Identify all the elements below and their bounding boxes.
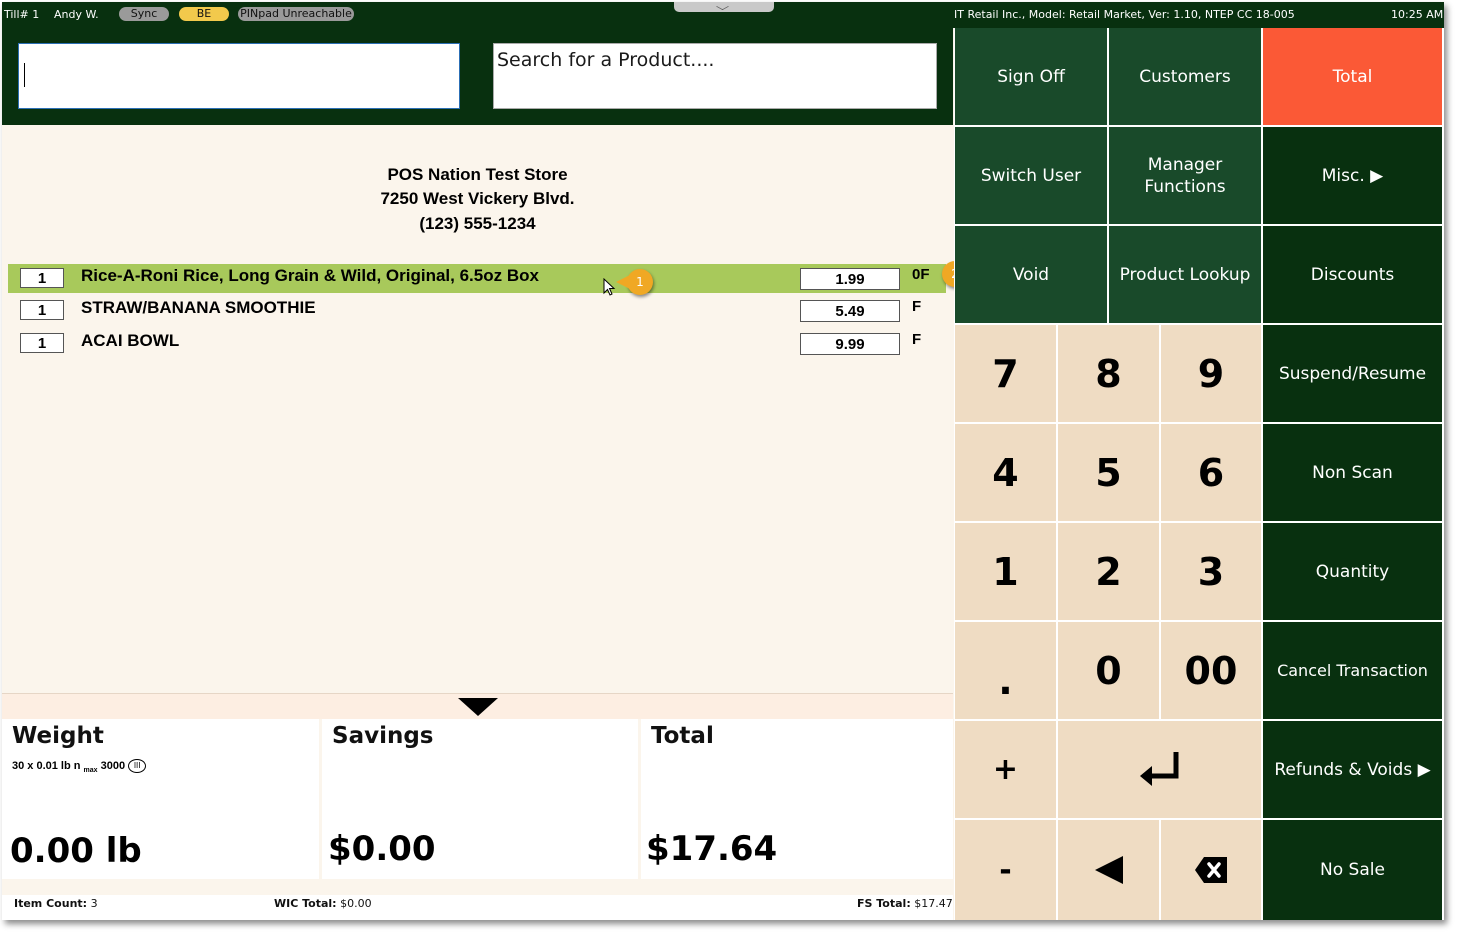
search-input[interactable]: Search for a Product.... bbox=[493, 43, 937, 109]
no-sale-button[interactable]: No Sale bbox=[1263, 820, 1442, 920]
model-info: IT Retail Inc., Model: Retail Market, Ve… bbox=[954, 8, 1295, 21]
pos-window: Till# 1 Andy W. Sync BE PINpad Unreachab… bbox=[2, 2, 1444, 920]
wic-total-label: WIC Total: bbox=[274, 897, 337, 910]
item-count: 3 bbox=[90, 897, 98, 910]
scroll-strip bbox=[2, 693, 953, 720]
key-5[interactable]: 5 bbox=[1058, 424, 1159, 521]
line-price[interactable]: 5.49 bbox=[800, 300, 900, 322]
line-item[interactable]: 1 STRAW/BANANA SMOOTHIE 5.49 F bbox=[8, 296, 946, 325]
total-label: Total bbox=[651, 723, 714, 749]
key-8[interactable]: 8 bbox=[1058, 325, 1159, 422]
totals-panel: Weight 30 x 0.01 lb n max 3000 III 0.00 … bbox=[2, 719, 953, 895]
item-count-label: Item Count: bbox=[14, 897, 88, 910]
line-price[interactable]: 1.99 bbox=[800, 268, 900, 290]
discounts-button[interactable]: Discounts bbox=[1263, 226, 1442, 323]
line-qty[interactable]: 1 bbox=[20, 300, 64, 320]
line-item[interactable]: 1 ACAI BOWL 9.99 F bbox=[8, 329, 946, 358]
product-lookup-button[interactable]: Product Lookup bbox=[1109, 226, 1261, 323]
backspace-icon bbox=[1195, 857, 1227, 883]
manager-functions-label-2: Functions bbox=[1144, 176, 1226, 197]
enter-arrow-icon bbox=[1139, 751, 1178, 786]
weight-value: 0.00 lb bbox=[10, 831, 142, 871]
key-minus[interactable]: - bbox=[955, 820, 1056, 920]
line-description: STRAW/BANANA SMOOTHIE bbox=[81, 298, 316, 317]
line-qty[interactable]: 1 bbox=[20, 268, 64, 288]
savings-value: $0.00 bbox=[328, 829, 436, 869]
key-plus[interactable]: + bbox=[955, 721, 1056, 818]
sign-off-button[interactable]: Sign Off bbox=[955, 28, 1107, 125]
pinpad-status-badge[interactable]: PINpad Unreachable bbox=[238, 7, 354, 21]
line-item-selected[interactable]: 1 Rice-A-Roni Rice, Long Grain & Wild, O… bbox=[8, 264, 946, 293]
scan-input[interactable] bbox=[18, 43, 460, 109]
fs-total: $17.47 bbox=[914, 897, 953, 910]
non-scan-button[interactable]: Non Scan bbox=[1263, 424, 1442, 521]
refunds-voids-button[interactable]: Refunds & Voids ▶ bbox=[1263, 721, 1442, 818]
key-6[interactable]: 6 bbox=[1161, 424, 1261, 521]
accuracy-class-badge: III bbox=[128, 759, 147, 773]
callout-1: 1 bbox=[616, 269, 653, 295]
till-number: Till# 1 bbox=[4, 8, 40, 21]
suspend-resume-button[interactable]: Suspend/Resume bbox=[1263, 325, 1442, 422]
weight-label: Weight bbox=[12, 723, 104, 749]
footer-bar: Item Count: 3 WIC Total: $0.00 FS Total:… bbox=[2, 895, 953, 920]
status-bar: Till# 1 Andy W. Sync BE PINpad Unreachab… bbox=[2, 2, 1444, 28]
back-button[interactable] bbox=[1058, 820, 1159, 920]
sync-badge[interactable]: Sync bbox=[119, 7, 169, 21]
chevron-down-icon[interactable] bbox=[674, 2, 774, 12]
switch-user-button[interactable]: Switch User bbox=[955, 127, 1107, 224]
line-flag: F bbox=[912, 298, 922, 315]
manager-functions-label-1: Manager bbox=[1147, 154, 1223, 175]
mouse-cursor-icon bbox=[603, 278, 616, 296]
cancel-transaction-button[interactable]: Cancel Transaction bbox=[1263, 622, 1442, 719]
function-pad: Sign Off Customers Total Switch User Man… bbox=[954, 28, 1444, 920]
be-badge[interactable]: BE bbox=[179, 7, 229, 21]
key-2[interactable]: 2 bbox=[1058, 523, 1159, 620]
wic-total: $0.00 bbox=[340, 897, 372, 910]
total-button[interactable]: Total bbox=[1263, 28, 1442, 125]
line-description: Rice-A-Roni Rice, Long Grain & Wild, Ori… bbox=[81, 266, 539, 285]
line-flag: 0F bbox=[912, 266, 930, 283]
weight-spec: 30 x 0.01 lb n max 3000 III bbox=[12, 759, 147, 774]
key-decimal[interactable]: . bbox=[955, 622, 1056, 719]
header: Search for a Product.... bbox=[2, 28, 953, 125]
misc-button[interactable]: Misc. ▶ bbox=[1263, 127, 1442, 224]
store-address: 7250 West Vickery Blvd. bbox=[380, 189, 575, 208]
line-description: ACAI BOWL bbox=[81, 331, 180, 350]
line-flag: F bbox=[912, 331, 922, 348]
clock: 10:25 AM bbox=[1391, 8, 1444, 21]
key-00[interactable]: 00 bbox=[1161, 622, 1261, 719]
weight-spec-max: max bbox=[83, 767, 98, 774]
key-3[interactable]: 3 bbox=[1161, 523, 1261, 620]
total-panel: Total $17.64 bbox=[641, 719, 953, 879]
savings-label: Savings bbox=[332, 723, 434, 749]
store-phone: (123) 555-1234 bbox=[419, 214, 536, 233]
total-value: $17.64 bbox=[646, 829, 778, 869]
weight-spec-value: 3000 bbox=[100, 760, 126, 772]
customers-button[interactable]: Customers bbox=[1109, 28, 1261, 125]
quantity-button[interactable]: Quantity bbox=[1263, 523, 1442, 620]
line-price[interactable]: 9.99 bbox=[800, 333, 900, 355]
store-name: POS Nation Test Store bbox=[387, 165, 568, 184]
fs-total-label: FS Total: bbox=[857, 897, 911, 910]
enter-button[interactable] bbox=[1058, 721, 1261, 818]
key-9[interactable]: 9 bbox=[1161, 325, 1261, 422]
scroll-down-icon[interactable] bbox=[458, 698, 498, 716]
weight-panel: Weight 30 x 0.01 lb n max 3000 III 0.00 … bbox=[2, 719, 319, 879]
receipt-area: POS Nation Test Store 7250 West Vickery … bbox=[2, 125, 953, 693]
line-qty[interactable]: 1 bbox=[20, 333, 64, 353]
weight-spec-text: 30 x 0.01 lb n bbox=[12, 760, 81, 772]
void-button[interactable]: Void bbox=[955, 226, 1107, 323]
key-1[interactable]: 1 bbox=[955, 523, 1056, 620]
key-4[interactable]: 4 bbox=[955, 424, 1056, 521]
backspace-button[interactable] bbox=[1161, 820, 1261, 920]
savings-panel: Savings $0.00 bbox=[322, 719, 638, 879]
key-7[interactable]: 7 bbox=[955, 325, 1056, 422]
manager-functions-button[interactable]: Manager Functions bbox=[1109, 127, 1261, 224]
left-triangle-icon bbox=[1094, 856, 1123, 884]
key-0[interactable]: 0 bbox=[1058, 622, 1159, 719]
current-user: Andy W. bbox=[54, 8, 99, 21]
